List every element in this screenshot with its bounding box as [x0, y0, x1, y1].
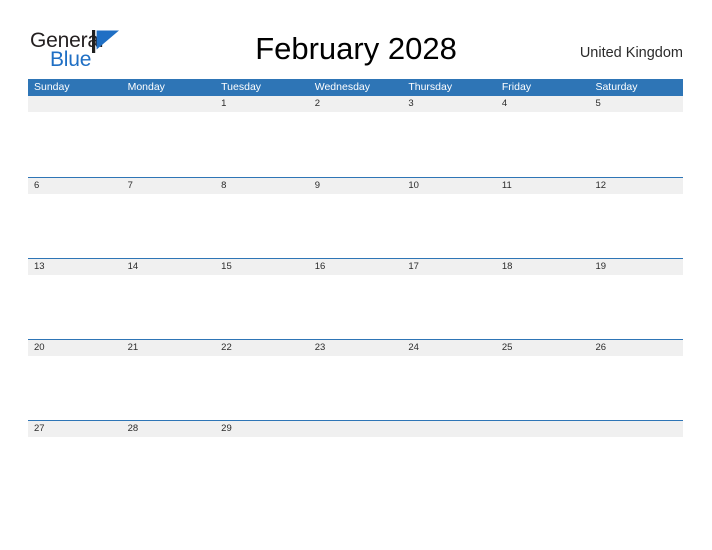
- week-note-band: [28, 194, 683, 258]
- day-number[interactable]: 2: [309, 96, 403, 112]
- day-note-area[interactable]: [589, 194, 683, 258]
- day-number[interactable]: [122, 96, 216, 112]
- calendar-week-row: 20 21 22 23 24 25 26: [28, 339, 683, 420]
- day-note-area[interactable]: [215, 275, 309, 339]
- day-number[interactable]: 21: [122, 340, 216, 356]
- day-note-area[interactable]: [496, 194, 590, 258]
- day-number[interactable]: 10: [402, 178, 496, 194]
- weekday-header-monday: Monday: [127, 81, 165, 93]
- week-note-band: [28, 112, 683, 177]
- day-number[interactable]: 3: [402, 96, 496, 112]
- weekday-header-sunday: Sunday: [34, 81, 70, 93]
- day-number[interactable]: 12: [589, 178, 683, 194]
- week-date-band: 1 2 3 4 5: [28, 96, 683, 112]
- day-note-area[interactable]: [402, 194, 496, 258]
- day-number[interactable]: 29: [215, 421, 309, 437]
- day-note-area[interactable]: [215, 356, 309, 420]
- day-number[interactable]: 22: [215, 340, 309, 356]
- day-number[interactable]: 11: [496, 178, 590, 194]
- day-number[interactable]: 27: [28, 421, 122, 437]
- day-note-area[interactable]: [122, 437, 216, 501]
- day-number[interactable]: 14: [122, 259, 216, 275]
- day-note-area[interactable]: [122, 356, 216, 420]
- day-note-area[interactable]: [215, 112, 309, 177]
- day-note-area[interactable]: [496, 356, 590, 420]
- day-number[interactable]: 23: [309, 340, 403, 356]
- day-note-area[interactable]: [496, 112, 590, 177]
- day-note-area[interactable]: [402, 356, 496, 420]
- day-note-area[interactable]: [28, 437, 122, 501]
- day-number[interactable]: 25: [496, 340, 590, 356]
- week-date-band: 20 21 22 23 24 25 26: [28, 340, 683, 356]
- calendar-week-row: 6 7 8 9 10 11 12: [28, 177, 683, 258]
- day-number[interactable]: 4: [496, 96, 590, 112]
- day-note-area[interactable]: [28, 112, 122, 177]
- day-number[interactable]: [402, 421, 496, 437]
- day-note-area[interactable]: [309, 275, 403, 339]
- weekday-header-row: Sunday Monday Tuesday Wednesday Thursday…: [28, 79, 683, 96]
- calendar-week-row: 27 28 29: [28, 420, 683, 501]
- country-label: United Kingdom: [579, 45, 683, 61]
- day-number[interactable]: 13: [28, 259, 122, 275]
- day-note-area[interactable]: [215, 437, 309, 501]
- day-note-area[interactable]: [402, 112, 496, 177]
- day-number[interactable]: 1: [215, 96, 309, 112]
- day-number[interactable]: [496, 421, 590, 437]
- day-number[interactable]: 26: [589, 340, 683, 356]
- day-number[interactable]: [589, 421, 683, 437]
- day-note-area[interactable]: [122, 194, 216, 258]
- day-note-area[interactable]: [28, 356, 122, 420]
- day-number[interactable]: [28, 96, 122, 112]
- day-number[interactable]: 9: [309, 178, 403, 194]
- day-number[interactable]: 18: [496, 259, 590, 275]
- page-header: General Blue February 2028 United Kingdo…: [0, 0, 712, 78]
- day-note-area[interactable]: [402, 437, 496, 501]
- day-note-area[interactable]: [309, 194, 403, 258]
- calendar-grid: Sunday Monday Tuesday Wednesday Thursday…: [28, 79, 683, 501]
- day-note-area[interactable]: [122, 112, 216, 177]
- day-note-area[interactable]: [589, 275, 683, 339]
- day-number[interactable]: 17: [402, 259, 496, 275]
- day-number[interactable]: 8: [215, 178, 309, 194]
- day-number[interactable]: 7: [122, 178, 216, 194]
- day-note-area[interactable]: [309, 437, 403, 501]
- calendar-week-row: 1 2 3 4 5: [28, 96, 683, 177]
- weekday-header-wednesday: Wednesday: [314, 81, 370, 93]
- day-number[interactable]: 20: [28, 340, 122, 356]
- week-date-band: 13 14 15 16 17 18 19: [28, 259, 683, 275]
- day-number[interactable]: 19: [589, 259, 683, 275]
- week-date-band: 6 7 8 9 10 11 12: [28, 178, 683, 194]
- day-number[interactable]: [309, 421, 403, 437]
- day-note-area[interactable]: [589, 437, 683, 501]
- week-note-band: [28, 356, 683, 420]
- day-note-area[interactable]: [589, 356, 683, 420]
- day-number[interactable]: 6: [28, 178, 122, 194]
- calendar-page: General Blue February 2028 United Kingdo…: [0, 0, 712, 550]
- day-note-area[interactable]: [28, 275, 122, 339]
- day-number[interactable]: 5: [589, 96, 683, 112]
- day-number[interactable]: 16: [309, 259, 403, 275]
- day-note-area[interactable]: [496, 437, 590, 501]
- day-number[interactable]: 24: [402, 340, 496, 356]
- week-note-band: [28, 275, 683, 339]
- day-note-area[interactable]: [28, 194, 122, 258]
- weekday-header-friday: Friday: [501, 81, 532, 93]
- day-note-area[interactable]: [215, 194, 309, 258]
- weekday-header-saturday: Saturday: [595, 81, 638, 93]
- calendar-week-row: 13 14 15 16 17 18 19: [28, 258, 683, 339]
- day-note-area[interactable]: [122, 275, 216, 339]
- day-note-area[interactable]: [496, 275, 590, 339]
- week-date-band: 27 28 29: [28, 421, 683, 437]
- day-note-area[interactable]: [402, 275, 496, 339]
- weekday-header-tuesday: Tuesday: [221, 81, 262, 93]
- weekday-header-thursday: Thursday: [408, 81, 453, 93]
- day-note-area[interactable]: [309, 112, 403, 177]
- day-number[interactable]: 15: [215, 259, 309, 275]
- day-number[interactable]: 28: [122, 421, 216, 437]
- week-note-band: [28, 437, 683, 501]
- day-note-area[interactable]: [309, 356, 403, 420]
- day-note-area[interactable]: [589, 112, 683, 177]
